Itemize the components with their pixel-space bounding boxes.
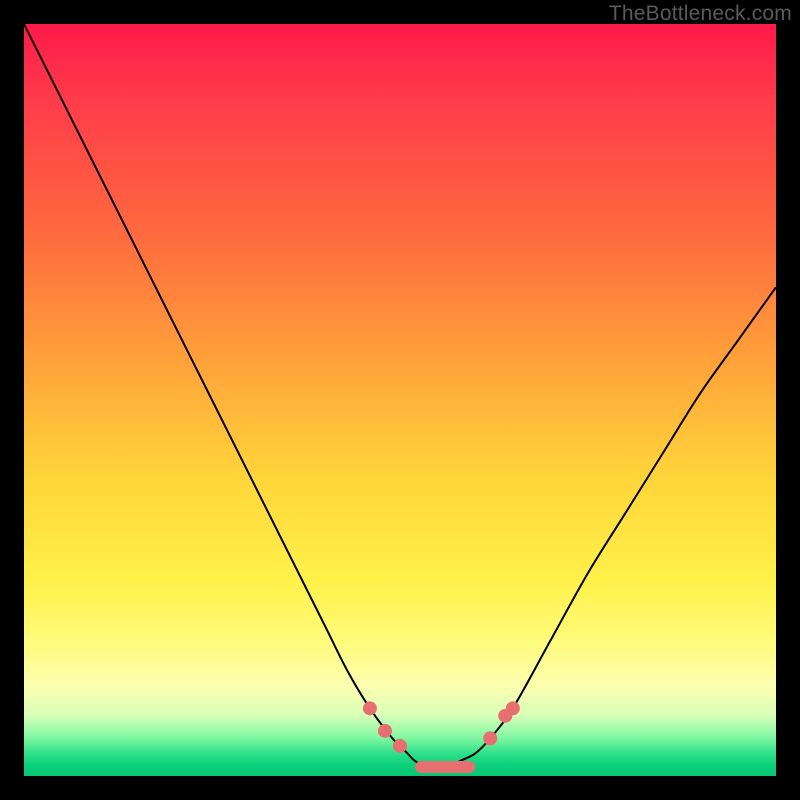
marker-dot: [363, 701, 377, 715]
marker-dot: [378, 724, 392, 738]
marker-dot: [506, 701, 520, 715]
curve-markers: [363, 701, 520, 773]
marker-dot: [483, 731, 497, 745]
bottleneck-curve: [24, 24, 776, 769]
marker-dot: [393, 739, 407, 753]
chart-frame: TheBottleneck.com: [0, 0, 800, 800]
chart-plot-area: [24, 24, 776, 776]
bottleneck-curve-svg: [24, 24, 776, 776]
watermark-text: TheBottleneck.com: [609, 2, 792, 26]
marker-bar: [415, 761, 475, 773]
